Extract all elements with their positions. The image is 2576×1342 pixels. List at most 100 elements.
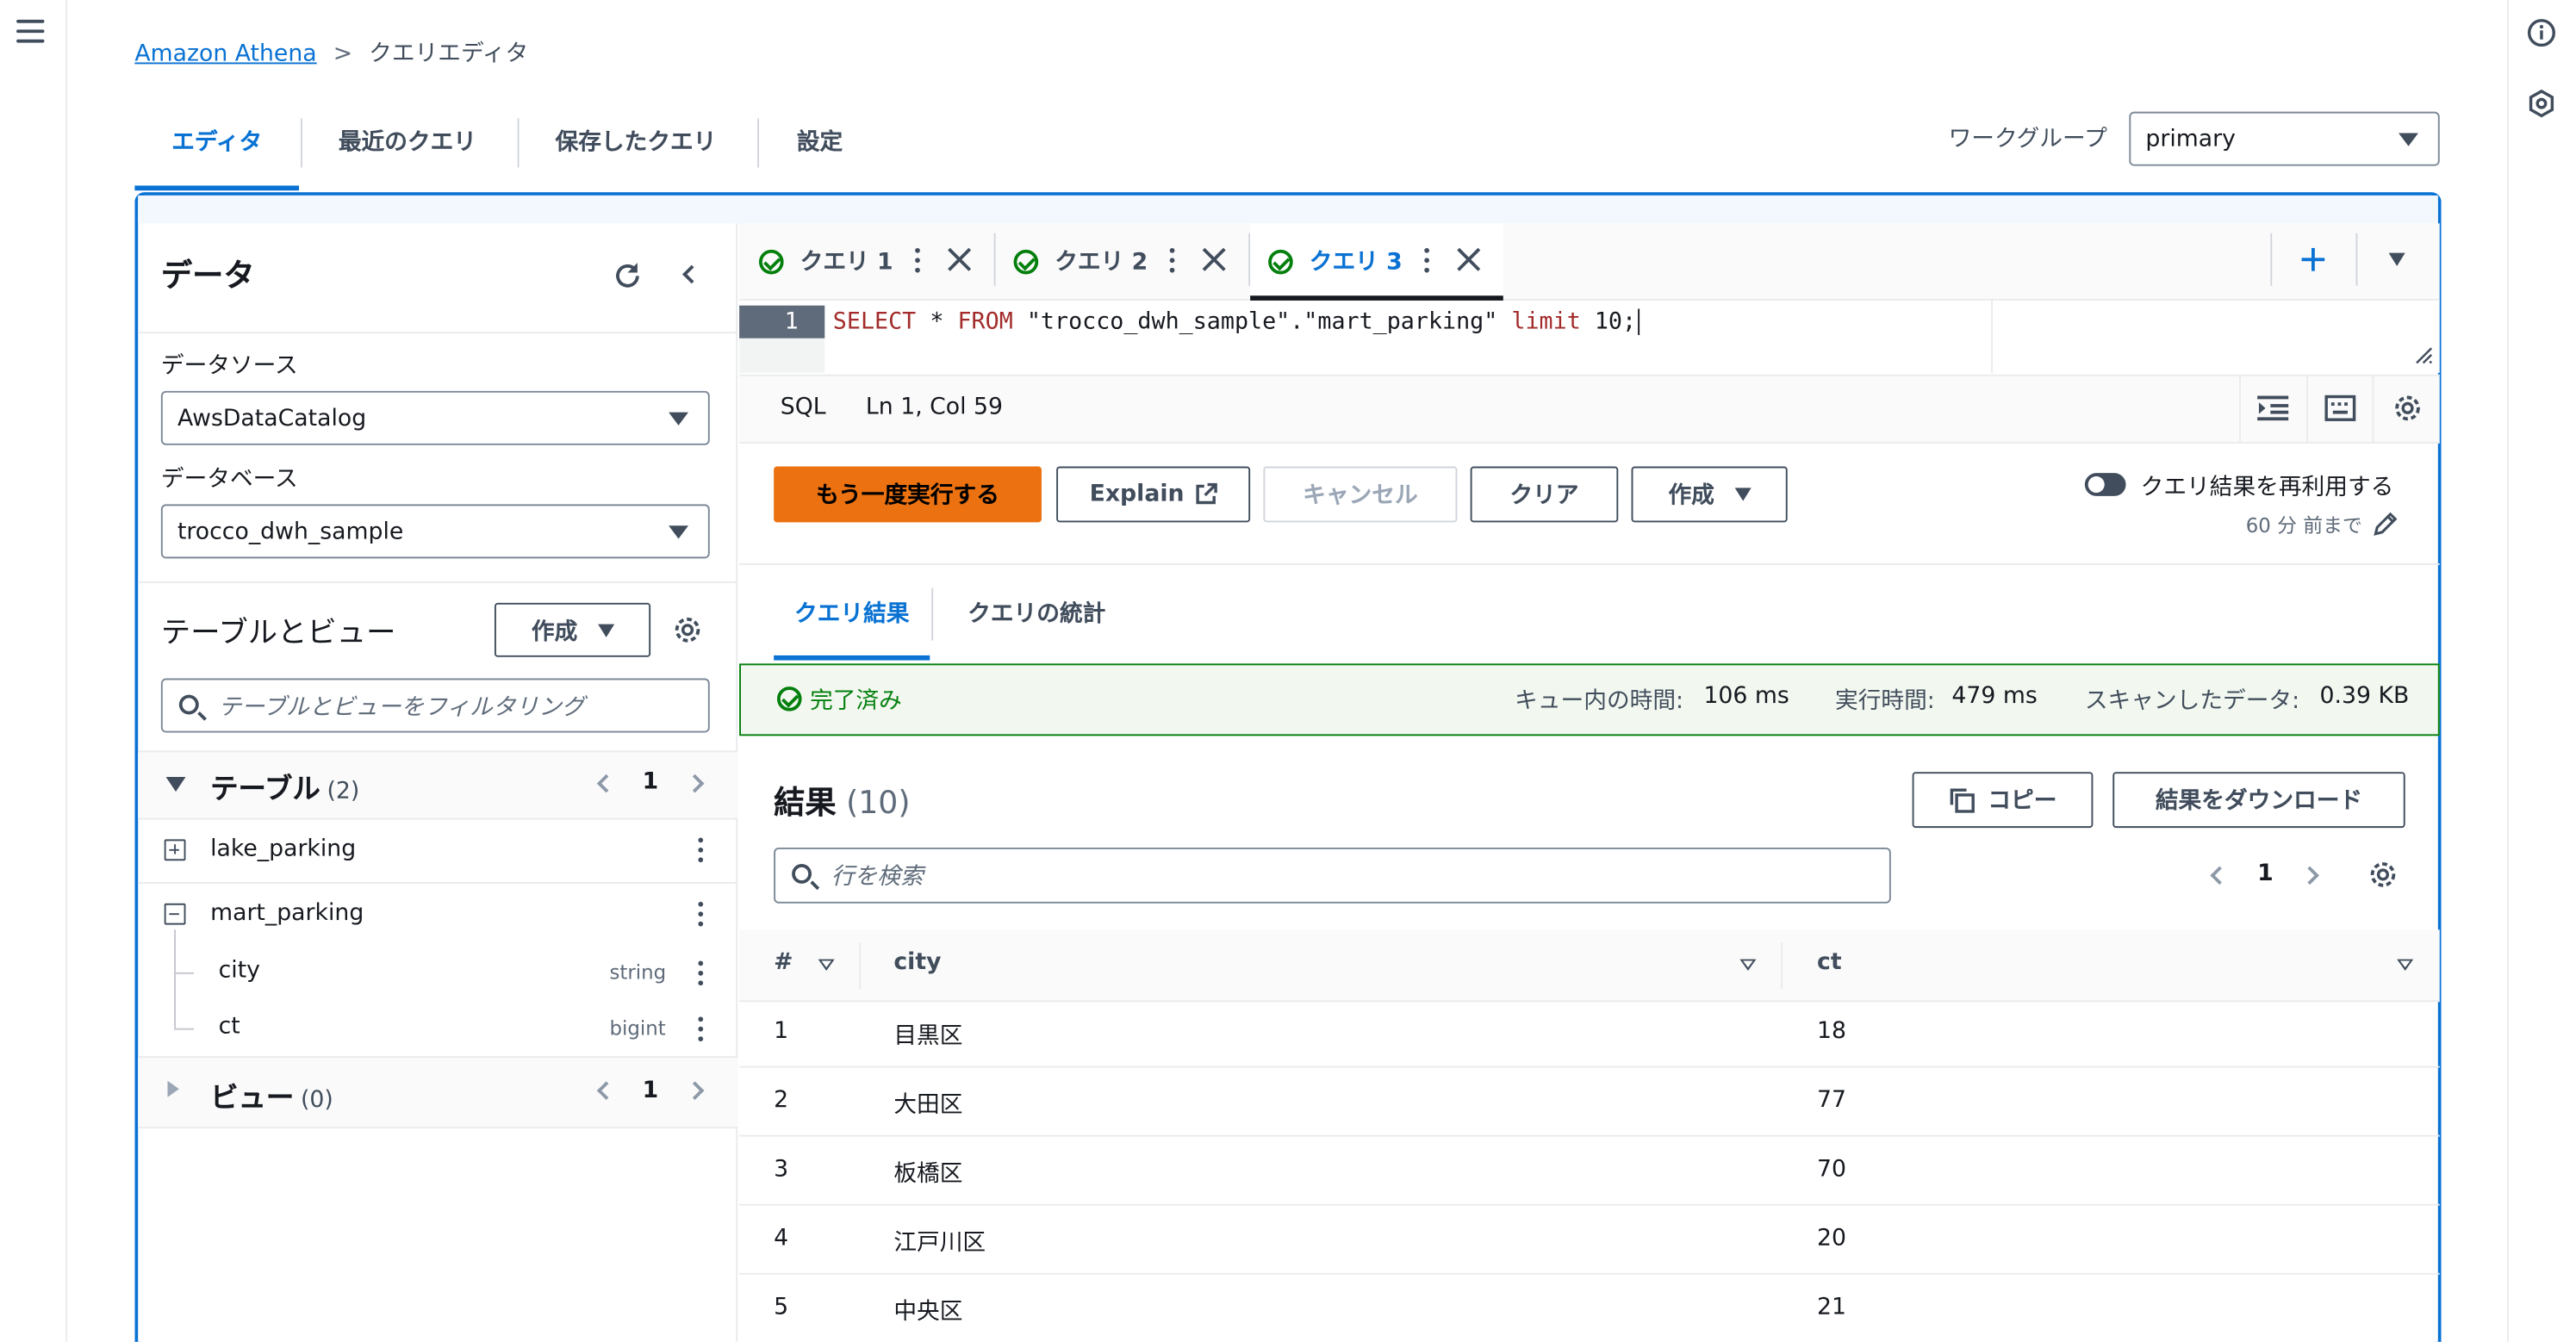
collapse-icon[interactable]	[164, 903, 186, 925]
tools-rail	[2506, 0, 2576, 1342]
run-again-button[interactable]: もう一度実行する	[774, 466, 1042, 523]
status-success-icon	[776, 687, 802, 711]
column-divider[interactable]	[859, 942, 862, 989]
menu-icon[interactable]	[16, 19, 45, 43]
query-tab-2[interactable]: クエリ 2	[1013, 223, 1148, 299]
divider	[2372, 374, 2374, 444]
sort-icon[interactable]	[2397, 959, 2414, 971]
format-indent-icon[interactable]	[2257, 395, 2289, 422]
create-table-button[interactable]: 作成	[494, 602, 651, 657]
row-search-input[interactable]: 行を検索	[774, 847, 1891, 904]
tree-line	[174, 972, 195, 974]
tab-saved-queries[interactable]: 保存したクエリ	[556, 115, 717, 190]
keyboard-icon[interactable]	[2324, 395, 2356, 422]
expand-icon[interactable]	[164, 839, 186, 861]
resize-handle-icon[interactable]	[2415, 346, 2433, 364]
caret-right-icon[interactable]	[167, 1080, 179, 1097]
breadcrumb-current: クエリエディタ	[369, 40, 529, 68]
create-button[interactable]: 作成	[1631, 466, 1788, 523]
database-select[interactable]: trocco_dwh_sample	[160, 504, 710, 559]
tab-divider	[2355, 233, 2358, 286]
sql-keyword: limit	[1511, 308, 1581, 336]
tab-query-results[interactable]: クエリ結果	[774, 578, 930, 661]
tab-query-stats[interactable]: クエリの統計	[968, 578, 1105, 660]
explain-label: Explain	[1089, 481, 1185, 508]
close-icon[interactable]	[948, 248, 971, 271]
sql-token: ;	[1622, 308, 1637, 336]
cell-index: 5	[774, 1294, 789, 1321]
column-ct[interactable]: ct	[219, 1014, 240, 1041]
run-time-value: 479 ms	[1951, 683, 2038, 710]
gear-icon[interactable]	[672, 614, 703, 645]
collapse-panel-icon[interactable]	[682, 264, 701, 284]
workgroup-select[interactable]: primary	[2129, 111, 2440, 166]
data-panel: データ データソース AwsDataCatalog データベース trocco_…	[138, 223, 738, 1342]
sql-token: *	[916, 308, 958, 336]
more-actions-icon[interactable]	[698, 901, 705, 929]
table-item-lake-parking[interactable]: lake_parking	[210, 836, 356, 863]
sort-icon[interactable]	[818, 959, 835, 971]
caret-down-icon[interactable]	[2388, 252, 2405, 266]
query-tab-1[interactable]: クエリ 1	[758, 223, 893, 299]
breadcrumb-athena-link[interactable]: Amazon Athena	[134, 41, 316, 68]
tab-editor[interactable]: エディタ	[134, 115, 300, 191]
caret-down-icon	[669, 525, 688, 538]
edit-pencil-icon[interactable]	[2373, 511, 2399, 537]
queue-time-label: キュー内の時間:	[1515, 687, 1684, 715]
sort-icon[interactable]	[1739, 959, 1757, 971]
more-actions-icon[interactable]	[698, 1016, 705, 1043]
cancel-button[interactable]: キャンセル	[1263, 466, 1458, 523]
caret-down-icon	[1733, 488, 1751, 501]
column-divider[interactable]	[1781, 942, 1783, 989]
settings-hexagon-icon[interactable]	[2527, 89, 2556, 118]
views-label: ビュー (0)	[210, 1082, 333, 1115]
caret-down-icon	[597, 623, 614, 637]
status-success-icon	[1013, 248, 1039, 274]
copy-icon	[1950, 788, 1975, 813]
download-results-button[interactable]: 結果をダウンロード	[2112, 772, 2405, 829]
caret-down-icon[interactable]	[165, 776, 186, 792]
table-filter-input[interactable]: テーブルとビューをフィルタリング	[160, 678, 710, 733]
tables-page-number[interactable]: 1	[643, 768, 659, 795]
cell-ct: 18	[1817, 1018, 1847, 1045]
more-actions-icon[interactable]	[698, 837, 705, 865]
more-actions-icon[interactable]	[1424, 247, 1431, 275]
divider	[138, 881, 738, 884]
chevron-right-icon: >	[333, 40, 353, 68]
results-page-number[interactable]: 1	[2257, 860, 2274, 887]
gear-icon[interactable]	[2392, 393, 2423, 424]
tab-divider	[993, 233, 996, 286]
explain-button[interactable]: Explain	[1056, 466, 1251, 523]
close-icon[interactable]	[1457, 248, 1480, 271]
data-scanned-value: 0.39 KB	[2319, 683, 2410, 710]
column-header-ct[interactable]: ct	[1817, 949, 1842, 976]
cell-city: 中央区	[893, 1299, 963, 1326]
views-page-number[interactable]: 1	[643, 1078, 659, 1104]
clear-button[interactable]: クリア	[1470, 466, 1619, 523]
more-actions-icon[interactable]	[1169, 247, 1177, 275]
reuse-results-toggle[interactable]	[2084, 473, 2126, 496]
copy-label: コピー	[1988, 788, 2057, 815]
gear-icon[interactable]	[2368, 859, 2399, 890]
copy-button[interactable]: コピー	[1912, 772, 2094, 829]
datasource-select[interactable]: AwsDataCatalog	[160, 390, 710, 445]
status-complete: 完了済み	[810, 687, 902, 715]
table-item-mart-parking[interactable]: mart_parking	[210, 900, 364, 927]
breadcrumb: Amazon Athena > クエリエディタ	[134, 36, 528, 69]
query-tab-3[interactable]: クエリ 3	[1268, 223, 1403, 299]
column-header-city[interactable]: city	[893, 949, 941, 976]
column-city[interactable]: city	[219, 958, 260, 985]
create-label: 作成	[531, 618, 578, 645]
add-query-tab-icon[interactable]	[2300, 246, 2327, 273]
results-count: (10)	[846, 785, 911, 822]
refresh-icon[interactable]	[611, 259, 644, 292]
more-actions-icon[interactable]	[915, 247, 922, 275]
tab-recent-queries[interactable]: 最近のクエリ	[339, 115, 476, 190]
tab-settings[interactable]: 設定	[797, 115, 843, 190]
more-actions-icon[interactable]	[698, 960, 705, 988]
row-divider	[739, 1272, 2440, 1275]
info-icon[interactable]	[2527, 18, 2556, 47]
tables-count: (2)	[327, 778, 360, 805]
sql-code-line[interactable]: SELECT * FROM "trocco_dwh_sample"."mart_…	[833, 306, 1640, 339]
close-icon[interactable]	[1203, 248, 1226, 271]
